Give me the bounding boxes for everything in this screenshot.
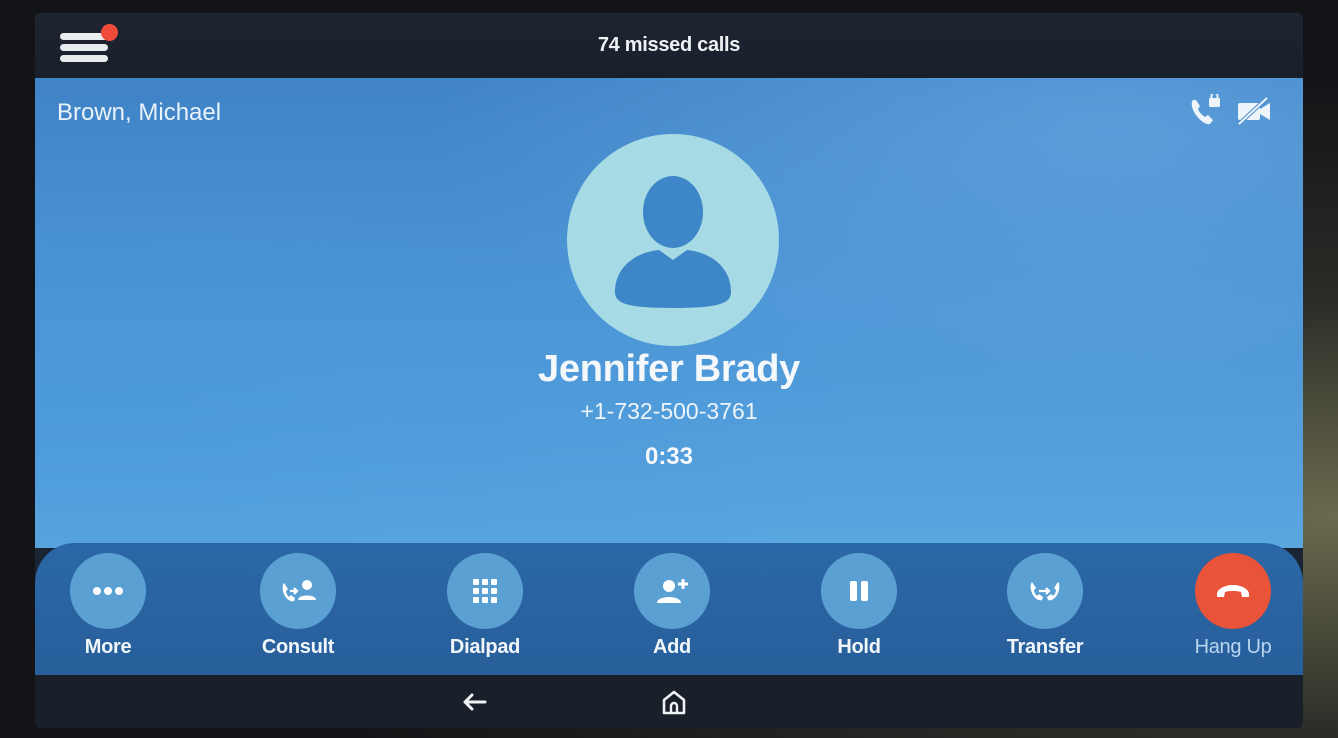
system-navigation-bar [35,675,1303,728]
active-call-panel: Brown, Michael Jennifer Brady +1-732-500… [35,78,1303,548]
consult-label: Consult [261,636,335,658]
hold-label: Hold [837,636,881,658]
dialpad-icon [473,579,497,603]
missed-calls-notice[interactable]: 74 missed calls [598,34,741,57]
hold-button[interactable]: Hold [799,553,919,659]
call-status-icons [1187,94,1273,128]
local-user-name: Brown, Michael [57,99,222,126]
status-header: 74 missed calls [35,13,1303,78]
pause-icon [850,581,868,601]
add-button[interactable]: Add [612,553,732,659]
hang-up-icon [1217,585,1249,597]
person-silhouette-icon [615,176,731,308]
transfer-label: Transfer [1006,636,1084,658]
back-arrow-icon [463,693,487,711]
home-button[interactable] [657,686,691,718]
video-off-icon [1237,96,1270,126]
hang-up-button[interactable]: Hang Up [1173,553,1293,659]
notification-badge [101,24,118,41]
dialpad-button[interactable]: Dialpad [425,553,545,659]
add-person-icon [657,579,688,603]
caller-name: Jennifer Brady [538,348,800,390]
transfer-button[interactable]: Transfer [985,553,1105,659]
back-button[interactable] [457,686,491,718]
consult-button[interactable]: Consult [238,553,358,659]
more-label: More [84,636,132,658]
hamburger-menu-icon[interactable] [60,24,118,67]
transfer-icon [1030,582,1060,601]
hang-up-label: Hang Up [1194,636,1272,658]
call-action-bar: More Consult Dialpad Add Hold Transfer H… [35,543,1303,675]
more-button[interactable]: More [48,553,168,659]
home-icon [662,690,686,715]
caller-number: +1-732-500-3761 [580,398,758,424]
call-timer: 0:33 [644,443,694,470]
caller-avatar [567,134,779,346]
dialpad-label: Dialpad [449,636,521,658]
add-label: Add [653,636,691,658]
phone-lock-icon [1191,94,1220,125]
more-dots-icon [93,587,123,595]
consult-icon [282,580,316,602]
phone-screen: 74 missed calls Brown, Michael Jennifer [35,13,1303,728]
